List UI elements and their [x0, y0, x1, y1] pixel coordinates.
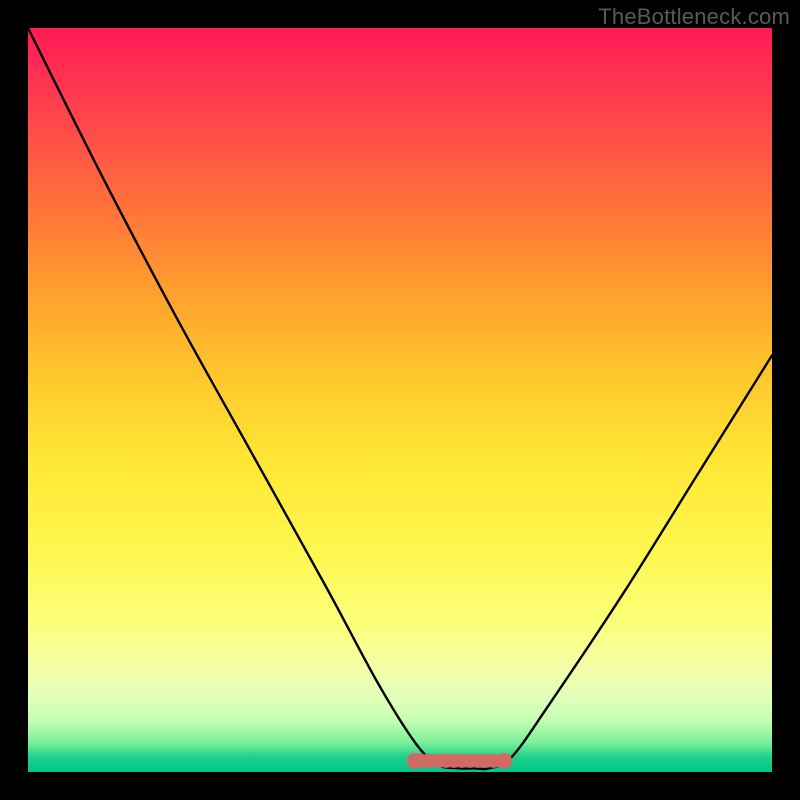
plot-area	[28, 28, 772, 772]
bottleneck-curve	[28, 28, 772, 769]
chart-svg	[28, 28, 772, 772]
watermark-text: TheBottleneck.com	[598, 4, 790, 30]
optimal-range-marker	[407, 753, 512, 769]
chart-frame: TheBottleneck.com	[0, 0, 800, 800]
